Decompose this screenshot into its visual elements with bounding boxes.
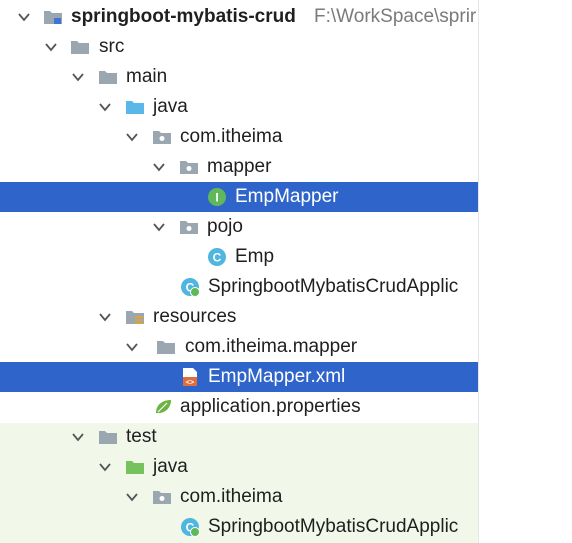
svg-text:I: I <box>215 191 218 205</box>
tree-row-mapper-package[interactable]: mapper <box>0 152 478 182</box>
module-folder-icon <box>44 11 62 24</box>
tree-label: test <box>126 426 157 447</box>
tree-row-pojo-package[interactable]: pojo <box>0 212 478 242</box>
tree-row-package-main[interactable]: com.itheima <box>0 122 478 152</box>
tree-row-package-test[interactable]: com.itheima <box>0 482 478 512</box>
interface-icon: I <box>208 188 226 206</box>
tree-label: EmpMapper.xml <box>208 366 346 387</box>
svg-text:<>: <> <box>186 380 194 387</box>
chevron-down-icon[interactable] <box>70 429 86 445</box>
folder-icon <box>157 341 175 354</box>
tree-row-application-properties[interactable]: application.properties <box>0 392 478 422</box>
folder-icon <box>71 41 89 54</box>
tree-label: com.itheima <box>180 126 283 147</box>
tree-label: application.properties <box>180 396 361 417</box>
tree-label: main <box>126 66 168 87</box>
project-name: springboot-mybatis-crud <box>71 6 296 27</box>
package-icon <box>153 491 171 504</box>
chevron-down-icon[interactable] <box>70 69 86 85</box>
tree-label: SpringbootMybatisCrudApplic <box>208 516 459 537</box>
tree-label: com.itheima <box>180 486 283 507</box>
tree-label: com.itheima.mapper <box>185 336 358 357</box>
tree-label: SpringbootMybatisCrudApplic <box>208 276 459 297</box>
tree-label: java <box>153 96 188 117</box>
project-path: F:\WorkSpace\sprir <box>314 6 477 27</box>
chevron-down-icon[interactable] <box>151 159 167 175</box>
folder-icon <box>99 431 117 444</box>
tree-label: mapper <box>207 156 272 177</box>
tree-row-main[interactable]: main <box>0 62 478 92</box>
package-icon <box>180 221 198 234</box>
project-tree: springboot-mybatis-crud F:\WorkSpace\spr… <box>0 0 478 543</box>
tree-row-emp-mapper[interactable]: I EmpMapper <box>0 182 478 212</box>
chevron-down-icon[interactable] <box>124 489 140 505</box>
xml-file-icon: <> <box>183 368 197 387</box>
chevron-down-icon[interactable] <box>97 459 113 475</box>
tree-row-project[interactable]: springboot-mybatis-crud F:\WorkSpace\spr… <box>0 2 478 32</box>
spring-class-icon: C <box>181 518 200 537</box>
tree-row-mapper-xml[interactable]: <> EmpMapper.xml <box>0 362 478 392</box>
tree-label: pojo <box>207 216 243 237</box>
tree-label: Emp <box>235 246 275 267</box>
spring-class-icon: C <box>181 278 200 297</box>
package-icon <box>153 131 171 144</box>
test-source-folder-icon <box>126 461 144 474</box>
tree-row-test-class[interactable]: C SpringbootMybatisCrudApplic <box>0 512 478 542</box>
package-icon <box>180 161 198 174</box>
chevron-down-icon[interactable] <box>124 129 140 145</box>
chevron-down-icon[interactable] <box>124 339 140 355</box>
tree-row-java-main[interactable]: java <box>0 92 478 122</box>
tree-row-test[interactable]: test <box>0 422 478 452</box>
source-folder-icon <box>126 101 144 114</box>
chevron-down-icon[interactable] <box>16 9 32 25</box>
chevron-down-icon[interactable] <box>151 219 167 235</box>
resources-folder-icon <box>126 311 144 324</box>
svg-text:C: C <box>213 251 222 265</box>
tree-label: resources <box>153 306 237 327</box>
tree-row-emp[interactable]: C Emp <box>0 242 478 272</box>
properties-leaf-icon <box>156 400 171 414</box>
tree-row-src[interactable]: src <box>0 32 478 62</box>
panel-right-gutter <box>478 0 572 543</box>
tree-row-resources-package[interactable]: com.itheima.mapper <box>0 332 478 362</box>
tree-row-java-test[interactable]: java <box>0 452 478 482</box>
class-icon: C <box>208 248 226 266</box>
chevron-down-icon[interactable] <box>97 99 113 115</box>
folder-icon <box>99 71 117 84</box>
tree-label: java <box>153 456 188 477</box>
tree-row-application-class[interactable]: C SpringbootMybatisCrudApplic <box>0 272 478 302</box>
tree-label: EmpMapper <box>235 186 339 207</box>
chevron-down-icon[interactable] <box>97 309 113 325</box>
chevron-down-icon[interactable] <box>43 39 59 55</box>
tree-label: src <box>99 36 125 57</box>
tree-row-resources[interactable]: resources <box>0 302 478 332</box>
